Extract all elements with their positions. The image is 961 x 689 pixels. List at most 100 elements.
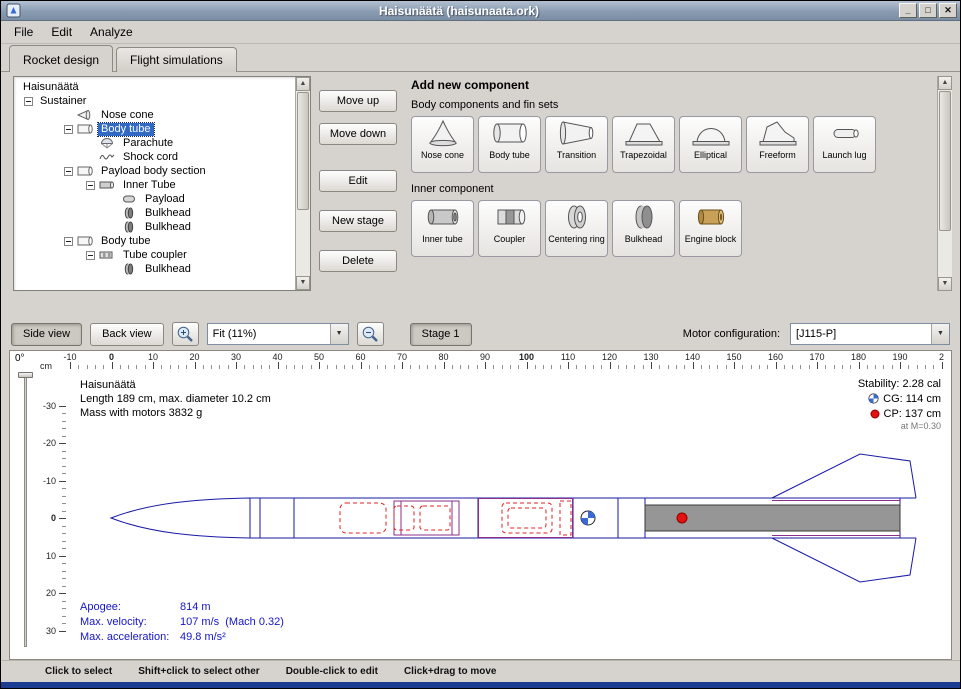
chevron-down-icon[interactable]: ▼ [330, 324, 348, 344]
collapse-icon[interactable] [64, 167, 73, 176]
scrollbar-thumb[interactable] [939, 91, 951, 231]
chevron-down-icon[interactable]: ▼ [931, 324, 949, 344]
scrollbar-thumb[interactable] [297, 92, 309, 210]
scroll-down-icon[interactable]: ▼ [296, 276, 310, 290]
zoom-combobox[interactable]: Fit (11%) ▼ [207, 323, 349, 345]
tree-item-bulkhead[interactable]: Bulkhead [16, 220, 292, 234]
back-view-button[interactable]: Back view [90, 323, 164, 346]
max-acceleration-value: 49.8 m/s² [180, 630, 226, 645]
close-button[interactable]: ✕ [939, 3, 957, 18]
collapse-icon[interactable] [86, 251, 95, 260]
add-inner-tube-button[interactable]: Inner tube [411, 200, 474, 257]
add-centering-ring-button[interactable]: Centering ring [545, 200, 608, 257]
stability-info: Stability: 2.28 cal CG: 114 cm CP: 137 c… [858, 376, 941, 433]
panel-splitter[interactable] [1, 291, 960, 318]
add-component-title: Add new component [411, 78, 932, 92]
nose-cone-icon [77, 109, 94, 121]
body-tube-icon [77, 123, 94, 135]
hint-click-drag: Click+drag to move [404, 666, 497, 677]
add-transition-button[interactable]: Transition [545, 116, 608, 173]
centering-ring-icon [557, 203, 597, 233]
collapse-icon[interactable] [86, 181, 95, 190]
edit-button[interactable]: Edit [319, 170, 397, 192]
add-bulkhead-button[interactable]: Bulkhead [612, 200, 675, 257]
elliptical-fin-icon [691, 119, 731, 149]
tree-scrollbar[interactable]: ▲ ▼ [295, 77, 310, 290]
add-launch-lug-button[interactable]: Launch lug [813, 116, 876, 173]
cp-value: CP: 137 cm [884, 408, 941, 420]
hint-click-select: Click to select [45, 666, 112, 677]
collapse-icon[interactable] [24, 97, 33, 106]
nose-cone-icon [423, 119, 463, 149]
menu-analyze[interactable]: Analyze [81, 22, 142, 42]
minimize-button[interactable]: _ [899, 3, 917, 18]
add-freeform-fin-button[interactable]: Freeform [746, 116, 809, 173]
tree-item-body-tube-aft[interactable]: Body tube [16, 234, 292, 248]
add-elliptical-fin-button[interactable]: Elliptical [679, 116, 742, 173]
add-coupler-button[interactable]: Coupler [478, 200, 541, 257]
zoom-in-button[interactable] [172, 322, 199, 346]
rocket-canvas[interactable]: -100102030405060708090100110120130140150… [9, 350, 952, 660]
tree-item-bulkhead[interactable]: Bulkhead [16, 206, 292, 220]
scroll-up-icon[interactable]: ▲ [938, 76, 952, 90]
rocket-info: Haisunäätä Length 189 cm, max. diameter … [80, 378, 271, 420]
hint-shift-click: Shift+click to select other [138, 666, 259, 677]
tab-flight-simulations[interactable]: Flight simulations [116, 47, 237, 72]
motor-configuration-combobox[interactable]: [J115-P] ▼ [790, 323, 950, 345]
collapse-icon[interactable] [64, 237, 73, 246]
rocket-mass: Mass with motors 3832 g [80, 406, 271, 420]
flight-data: Apogee: 814 m Max. velocity: 107 m/s (Ma… [80, 600, 284, 645]
ruler-unit-label: cm [40, 361, 52, 371]
tree-item-tube-coupler[interactable]: Tube coupler [16, 248, 292, 262]
tree-item-inner-tube[interactable]: Inner Tube [16, 178, 292, 192]
tree-item-shock-cord[interactable]: Shock cord [16, 150, 292, 164]
titlebar: Haisunäätä (haisunaata.ork) _ □ ✕ [1, 1, 960, 21]
rotation-slider-handle[interactable] [18, 372, 33, 378]
add-body-tube-button[interactable]: Body tube [478, 116, 541, 173]
launch-lug-icon [825, 119, 865, 149]
add-trapezoidal-fin-button[interactable]: Trapezoidal [612, 116, 675, 173]
tree-item-rocket[interactable]: Haisunäätä [16, 80, 292, 94]
rotation-slider[interactable] [24, 377, 27, 647]
rotation-value: 0° [15, 353, 25, 364]
add-nose-cone-button[interactable]: Nose cone [411, 116, 474, 173]
cp-marker [677, 513, 687, 523]
tree-item-payload[interactable]: Payload [16, 192, 292, 206]
scroll-up-icon[interactable]: ▲ [296, 77, 310, 91]
tube-coupler-icon [99, 249, 116, 261]
delete-button[interactable]: Delete [319, 250, 397, 272]
tree-item-sustainer[interactable]: Sustainer [16, 94, 292, 108]
maximize-button[interactable]: □ [919, 3, 937, 18]
transition-icon [557, 119, 597, 149]
design-panel: Haisunäätä Sustainer Nose cone Body tube… [1, 72, 960, 291]
bulkhead-icon [121, 263, 138, 275]
add-engine-block-button[interactable]: Engine block [679, 200, 742, 257]
tab-rocket-design[interactable]: Rocket design [9, 45, 113, 72]
tree-item-parachute[interactable]: Parachute [16, 136, 292, 150]
bulkhead-icon [121, 207, 138, 219]
apogee-value: 814 m [180, 600, 211, 615]
bulkhead-icon [624, 203, 664, 233]
inner-tube-icon [423, 203, 463, 233]
menu-edit[interactable]: Edit [42, 22, 81, 42]
tree-item-payload-body-section[interactable]: Payload body section [16, 164, 292, 178]
tree-item-body-tube[interactable]: Body tube [16, 122, 292, 136]
component-tree: Haisunäätä Sustainer Nose cone Body tube… [13, 76, 311, 291]
stage-1-toggle[interactable]: Stage 1 [410, 323, 472, 346]
window-icon[interactable] [6, 3, 21, 18]
menu-file[interactable]: File [5, 22, 42, 42]
new-stage-button[interactable]: New stage [319, 210, 397, 232]
move-up-button[interactable]: Move up [319, 90, 397, 112]
collapse-icon[interactable] [64, 125, 73, 134]
move-down-button[interactable]: Move down [319, 123, 397, 145]
side-view-button[interactable]: Side view [11, 323, 82, 346]
zoom-out-button[interactable] [357, 322, 384, 346]
view-toolbar: Side view Back view Fit (11%) ▼ Stage 1 … [1, 318, 960, 350]
window-controls: _ □ ✕ [897, 3, 957, 18]
tree-item-bulkhead[interactable]: Bulkhead [16, 262, 292, 276]
scroll-down-icon[interactable]: ▼ [938, 277, 952, 291]
cp-icon [870, 409, 880, 419]
body-tube-icon [77, 165, 94, 177]
component-panel-scrollbar[interactable]: ▲ ▼ [937, 76, 952, 291]
tree-item-nose-cone[interactable]: Nose cone [16, 108, 292, 122]
